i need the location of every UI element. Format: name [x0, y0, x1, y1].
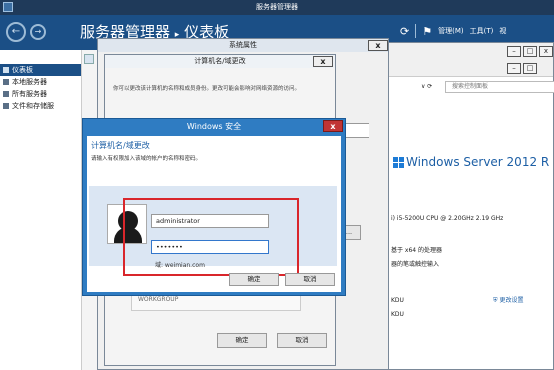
sidebar-item-local-server[interactable]: 本地服务器 — [0, 76, 81, 88]
credentials-area: administrator ••••••• 域: weimian.com — [89, 186, 337, 276]
computer-name-title: 计算机名/域更改 — [105, 55, 335, 68]
app-title: 服务器管理器 — [256, 3, 298, 11]
windows-brand: Windows Server 2012 R — [393, 155, 549, 169]
inner-minimize-button[interactable]: – — [507, 63, 521, 74]
sidebar-item-file-storage[interactable]: 文件和存储服 — [0, 100, 81, 112]
workgroup-value-b: KDU — [391, 311, 404, 318]
sidebar-item-label: 仪表板 — [12, 66, 33, 74]
username-input[interactable]: administrator — [151, 214, 269, 228]
nav-arrows-icon[interactable]: ∨ ⟳ — [421, 83, 432, 90]
computer-name-close-button[interactable]: x — [313, 56, 333, 67]
cpu-info: i) i5-5200U CPU @ 2.20GHz 2.19 GHz — [391, 215, 504, 222]
toolbar-divider — [415, 24, 417, 38]
top-right-toolbar: ⟳ ⚑ 管理(M) 工具(T) 视 — [400, 22, 506, 40]
credentials-highlight — [123, 198, 299, 276]
maximize-button[interactable]: □ — [523, 46, 537, 57]
sidebar-item-label: 文件和存储服 — [12, 102, 54, 110]
control-panel-subbar: – □ — [381, 61, 553, 77]
change-settings-label: 更改设置 — [499, 297, 524, 304]
security-ok-button[interactable]: 确定 — [229, 273, 279, 286]
windows-security-dialog: Windows 安全 x 计算机名/域更改 请输入有权限加入该域的帐户的名称和密… — [82, 118, 346, 296]
system-properties-close-button[interactable]: x — [368, 40, 388, 51]
dashboard-icon — [3, 67, 9, 73]
control-panel-window: – □ x – □ ∨ ⟳ 搜索控制面板 Windows Server 2012… — [380, 42, 554, 370]
change-settings-link[interactable]: ⛨ 更改设置 — [493, 295, 523, 305]
sidebar-item-dashboard[interactable]: 仪表板 — [0, 64, 81, 76]
workgroup-value-a: KDU — [391, 297, 404, 304]
forward-arrow-icon: → — [34, 27, 42, 36]
control-panel-titlebar: – □ x — [381, 43, 553, 61]
search-control-panel-input[interactable]: 搜索控制面板 — [445, 81, 554, 93]
panel-toggle-icon[interactable] — [84, 54, 94, 64]
storage-icon — [3, 103, 9, 109]
menu-manage[interactable]: 管理(M) — [438, 26, 464, 36]
security-cancel-button[interactable]: 取消 — [285, 273, 335, 286]
refresh-icon[interactable]: ⟳ — [400, 25, 409, 38]
shield-icon: ⛨ — [493, 297, 498, 304]
computer-name-cancel-button[interactable]: 取消 — [277, 333, 327, 348]
menu-tools[interactable]: 工具(T) — [470, 26, 494, 36]
system-type: 基于 x64 的处理器 — [391, 247, 443, 254]
back-button[interactable]: ← — [6, 22, 26, 42]
app-titlebar: 服务器管理器 — [0, 0, 554, 15]
windows-logo-icon — [393, 156, 404, 168]
password-input[interactable]: ••••••• — [151, 240, 269, 254]
security-heading: 计算机名/域更改 — [91, 141, 150, 150]
inner-maximize-button[interactable]: □ — [523, 63, 537, 74]
sidebar-item-all-servers[interactable]: 所有服务器 — [0, 88, 81, 100]
back-arrow-icon: ← — [11, 26, 21, 37]
close-button[interactable]: x — [539, 46, 553, 57]
minimize-button[interactable]: – — [507, 46, 521, 57]
sidebar-item-label: 本地服务器 — [12, 78, 47, 86]
server-icon — [3, 79, 9, 85]
control-panel-searchbar: ∨ ⟳ 搜索控制面板 — [381, 77, 554, 97]
computer-name-ok-button[interactable]: 确定 — [217, 333, 267, 348]
security-body: 计算机名/域更改 请输入有权限加入该域的帐户的名称和密码。 administra… — [87, 136, 341, 292]
security-subtitle: 请输入有权限加入该域的帐户的名称和密码。 — [91, 156, 202, 162]
computer-name-description: 你可以更改该计算机的名称和成员身份。更改可能会影响对网络资源的访问。 — [113, 86, 301, 92]
domain-label: 域: weimian.com — [155, 262, 205, 269]
pen-touch-info: 器的笔或触控输入 — [391, 261, 440, 268]
security-title: Windows 安全 — [186, 122, 242, 131]
servers-icon — [3, 91, 9, 97]
menu-view[interactable]: 视 — [499, 26, 506, 36]
security-close-button[interactable]: x — [323, 120, 343, 132]
system-properties-title: 系统属性 — [98, 39, 388, 52]
flag-icon[interactable]: ⚑ — [422, 25, 432, 38]
server-manager-icon — [3, 2, 13, 12]
forward-button[interactable]: → — [30, 24, 46, 40]
sidebar: 仪表板 本地服务器 所有服务器 文件和存储服 — [0, 50, 82, 370]
sidebar-item-label: 所有服务器 — [12, 90, 47, 98]
windows-server-brand: Windows Server 2012 R — [406, 155, 550, 169]
workgroup-label: WORKGROUP — [138, 296, 179, 303]
